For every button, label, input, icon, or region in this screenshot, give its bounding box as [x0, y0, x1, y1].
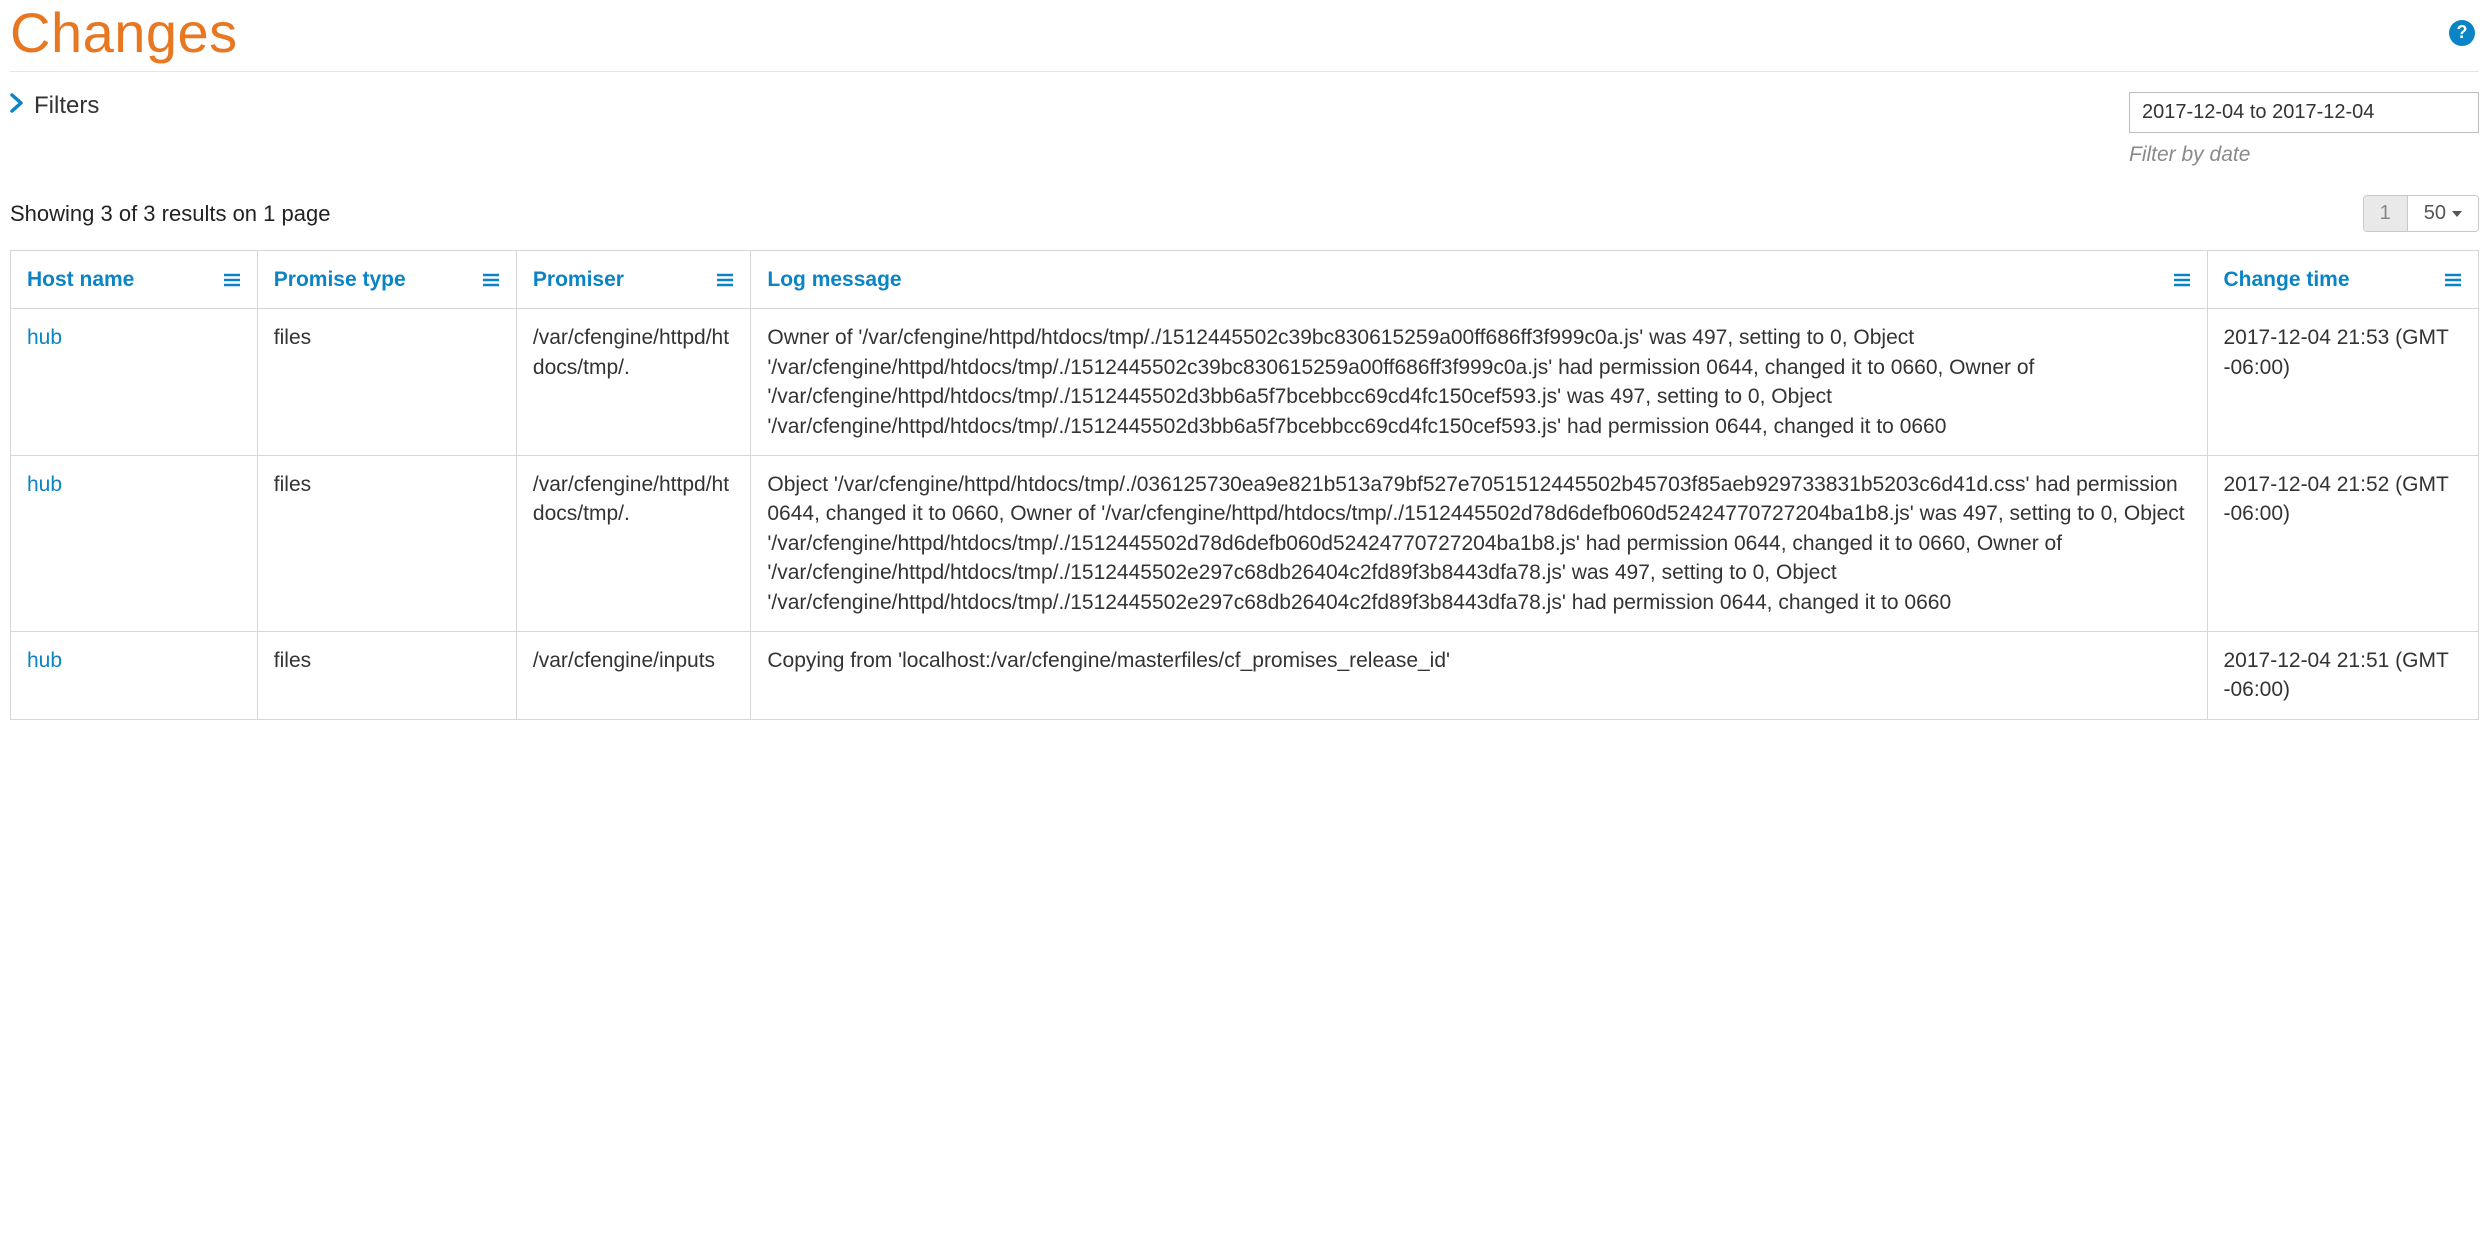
changes-table: Host name Promise type [10, 250, 2479, 720]
page-header: Changes ? [10, 0, 2479, 72]
col-header-time[interactable]: Change time [2207, 251, 2479, 309]
cell-promise-type: files [257, 631, 516, 719]
table-row: hub files/var/cfengine/inputsCopying from… [11, 631, 2479, 719]
col-header-host[interactable]: Host name [11, 251, 258, 309]
cell-time: 2017-12-04 21:52 (GMT -06:00) [2207, 455, 2479, 631]
page-title: Changes [10, 0, 238, 65]
col-header-log[interactable]: Log message [751, 251, 2207, 309]
col-header-label: Promise type [274, 265, 406, 294]
filters-label: Filters [34, 92, 99, 120]
column-menu-icon[interactable] [2444, 273, 2462, 287]
cell-host: hub [11, 631, 258, 719]
pager-page-number: 1 [2380, 202, 2391, 225]
column-menu-icon[interactable] [716, 273, 734, 287]
host-link[interactable]: hub [27, 649, 62, 672]
col-header-promiser[interactable]: Promiser [516, 251, 750, 309]
caret-down-icon [2452, 211, 2462, 217]
column-menu-icon[interactable] [482, 273, 500, 287]
host-link[interactable]: hub [27, 326, 62, 349]
cell-log: Copying from 'localhost:/var/cfengine/ma… [751, 631, 2207, 719]
cell-promiser: /var/cfengine/httpd/htdocs/tmp/. [516, 455, 750, 631]
col-header-label: Log message [767, 265, 901, 294]
host-link[interactable]: hub [27, 473, 62, 496]
col-header-label: Promiser [533, 265, 624, 294]
date-range-hint: Filter by date [2129, 143, 2250, 167]
cell-host: hub [11, 455, 258, 631]
table-row: hub files/var/cfengine/httpd/htdocs/tmp/.… [11, 309, 2479, 456]
col-header-label: Change time [2224, 265, 2350, 294]
cell-promise-type: files [257, 309, 516, 456]
results-summary: Showing 3 of 3 results on 1 page [10, 201, 330, 227]
table-header-row: Host name Promise type [11, 251, 2479, 309]
cell-time: 2017-12-04 21:53 (GMT -06:00) [2207, 309, 2479, 456]
cell-log: Object '/var/cfengine/httpd/htdocs/tmp/.… [751, 455, 2207, 631]
pager: 1 50 [2363, 195, 2479, 232]
cell-promiser: /var/cfengine/inputs [516, 631, 750, 719]
cell-time: 2017-12-04 21:51 (GMT -06:00) [2207, 631, 2479, 719]
filters-toggle[interactable]: Filters [10, 92, 99, 120]
col-header-label: Host name [27, 265, 134, 294]
column-menu-icon[interactable] [2173, 273, 2191, 287]
table-row: hub files/var/cfengine/httpd/htdocs/tmp/.… [11, 455, 2479, 631]
cell-promise-type: files [257, 455, 516, 631]
pager-page-current[interactable]: 1 [2364, 196, 2408, 231]
col-header-promise-type[interactable]: Promise type [257, 251, 516, 309]
chevron-right-icon [10, 93, 24, 119]
cell-promiser: /var/cfengine/httpd/htdocs/tmp/. [516, 309, 750, 456]
help-icon[interactable]: ? [2449, 20, 2475, 46]
cell-log: Owner of '/var/cfengine/httpd/htdocs/tmp… [751, 309, 2207, 456]
cell-host: hub [11, 309, 258, 456]
pager-page-size-value: 50 [2424, 202, 2446, 225]
column-menu-icon[interactable] [223, 273, 241, 287]
pager-page-size[interactable]: 50 [2408, 196, 2478, 231]
date-range-input[interactable] [2129, 92, 2479, 133]
